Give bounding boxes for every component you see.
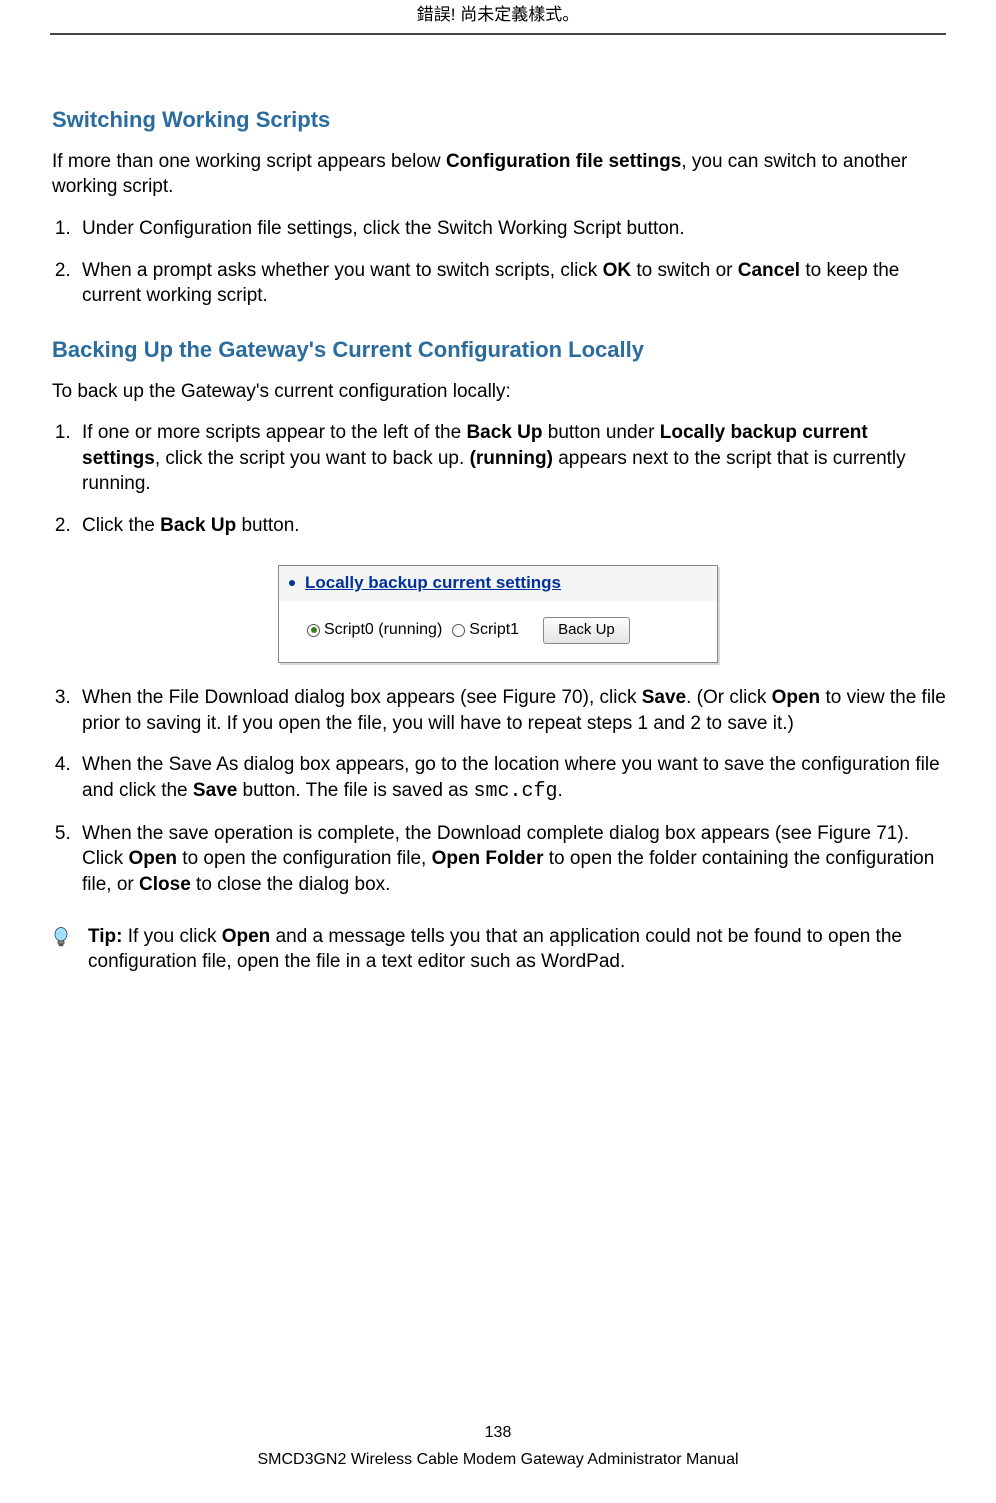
- text-bold: (running): [470, 448, 553, 469]
- step-5: When the save operation is complete, the…: [76, 821, 946, 898]
- text-bold: Open: [128, 848, 177, 869]
- text: button. The file is saved as: [237, 780, 473, 801]
- text-bold: Open Folder: [432, 848, 544, 869]
- figure-backup-box: Locally backup current settings Script0 …: [50, 565, 946, 663]
- step-1: Under Configuration file settings, click…: [76, 216, 946, 242]
- step-4: When the Save As dialog box appears, go …: [76, 752, 946, 805]
- intro-paragraph: If more than one working script appears …: [52, 149, 946, 200]
- step-3: When the File Download dialog box appear…: [76, 685, 946, 736]
- text-bold: Open: [222, 926, 271, 947]
- text: If more than one working script appears …: [52, 151, 446, 172]
- text: to open the configuration file,: [177, 848, 432, 869]
- page-header: 錯誤! 尚未定義樣式。: [50, 0, 946, 35]
- text: to switch or: [631, 260, 738, 281]
- text-bold: Cancel: [738, 260, 800, 281]
- tip-label: Tip:: [88, 926, 122, 947]
- text-bold: Save: [642, 687, 686, 708]
- page-number: 138: [0, 1422, 996, 1444]
- text: .: [558, 780, 563, 801]
- text: Click the: [82, 515, 160, 536]
- radio-label: Script0 (running): [324, 619, 442, 641]
- heading-switching-scripts: Switching Working Scripts: [52, 105, 946, 135]
- text: If one or more scripts appear to the lef…: [82, 422, 466, 443]
- text-bold: Back Up: [466, 422, 542, 443]
- back-up-button[interactable]: Back Up: [543, 617, 630, 644]
- tip-text: Tip: If you click Open and a message tel…: [88, 924, 944, 975]
- step-2: Click the Back Up button.: [76, 513, 946, 539]
- footer-title: SMCD3GN2 Wireless Cable Modem Gateway Ad…: [0, 1449, 996, 1471]
- text: . (Or click: [686, 687, 772, 708]
- page-footer: 138 SMCD3GN2 Wireless Cable Modem Gatewa…: [0, 1422, 996, 1471]
- backup-steps-cont: When the File Download dialog box appear…: [50, 685, 946, 898]
- page-content: Switching Working Scripts If more than o…: [0, 35, 996, 975]
- text: When the File Download dialog box appear…: [82, 687, 642, 708]
- lightbulb-icon: [52, 926, 70, 975]
- radio-script1[interactable]: Script1: [452, 619, 519, 641]
- text-bold: Back Up: [160, 515, 236, 536]
- radio-icon: [452, 624, 465, 637]
- tip-block: Tip: If you click Open and a message tel…: [52, 924, 944, 975]
- text: button under: [542, 422, 659, 443]
- text: If you click: [122, 926, 221, 947]
- text: button.: [236, 515, 299, 536]
- text: , click the script you want to back up.: [155, 448, 470, 469]
- radio-label: Script1: [469, 619, 519, 641]
- heading-backup: Backing Up the Gateway's Current Configu…: [52, 335, 946, 365]
- radio-icon: [307, 624, 320, 637]
- backup-panel-title: Locally backup current settings: [305, 572, 561, 595]
- step-2: When a prompt asks whether you want to s…: [76, 258, 946, 309]
- text: When a prompt asks whether you want to s…: [82, 260, 603, 281]
- bullet-icon: [289, 580, 295, 586]
- intro-paragraph-2: To back up the Gateway's current configu…: [52, 379, 946, 405]
- text-bold: Configuration file settings: [446, 151, 681, 172]
- backup-steps: If one or more scripts appear to the lef…: [50, 420, 946, 539]
- backup-panel-body: Script0 (running) Script1 Back Up: [279, 601, 717, 662]
- backup-panel-header: Locally backup current settings: [279, 566, 717, 601]
- switching-steps: Under Configuration file settings, click…: [50, 216, 946, 309]
- radio-script0[interactable]: Script0 (running): [307, 619, 442, 641]
- text-bold: OK: [603, 260, 632, 281]
- text-bold: Open: [772, 687, 821, 708]
- text-bold: Save: [193, 780, 237, 801]
- text: to close the dialog box.: [191, 874, 391, 895]
- backup-panel: Locally backup current settings Script0 …: [278, 565, 718, 663]
- text-bold: Close: [139, 874, 191, 895]
- step-1: If one or more scripts appear to the lef…: [76, 420, 946, 497]
- filename: smc.cfg: [474, 780, 558, 803]
